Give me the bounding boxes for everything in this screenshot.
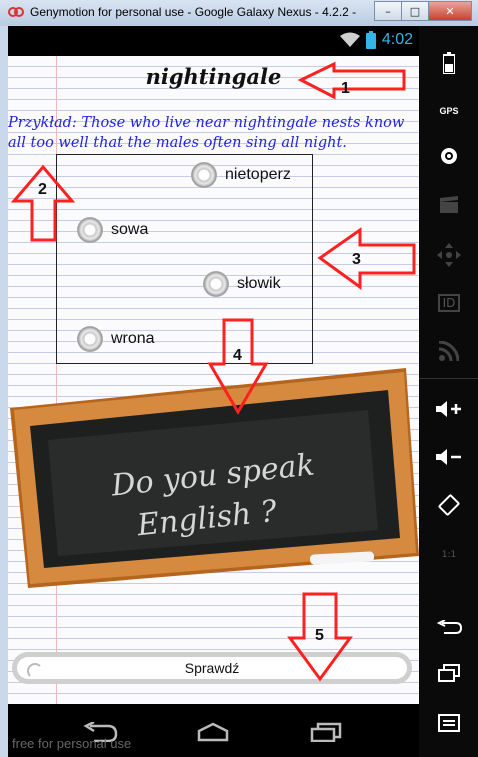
panel-divider: [419, 378, 478, 379]
window-frame: [0, 26, 8, 757]
radio-button[interactable]: [191, 162, 217, 188]
wifi-icon: [339, 32, 360, 47]
id-label: ID: [437, 294, 461, 312]
answer-options-box: nietoperz sowa słowik wrona: [56, 154, 313, 364]
close-button[interactable]: ✕: [428, 1, 472, 21]
option-sowa[interactable]: sowa: [77, 217, 148, 243]
clock: 4:02: [381, 31, 413, 48]
window-title-bar: Genymotion for personal use - Google Gal…: [0, 0, 478, 27]
exercise-screen: nightingale Przykład: Those who live nea…: [8, 56, 419, 704]
battery-status-icon: [365, 31, 376, 49]
chalkboard-image: Do you speak English ?: [10, 368, 419, 588]
maximize-button[interactable]: □: [401, 1, 429, 21]
dpad-icon[interactable]: [427, 238, 471, 272]
check-button-label: Sprawdź: [184, 660, 240, 676]
rotate-icon[interactable]: [427, 488, 471, 522]
option-label: słowik: [237, 275, 281, 292]
check-button[interactable]: Sprawdź: [12, 652, 412, 684]
genymotion-side-panel: GPS ID 1:1: [419, 26, 478, 757]
option-label: sowa: [111, 221, 149, 238]
video-icon[interactable]: [427, 188, 471, 222]
nav-home-icon[interactable]: [193, 722, 233, 742]
android-status-bar: 4:02: [8, 26, 419, 56]
recent-apps-icon[interactable]: [427, 656, 471, 690]
battery-icon[interactable]: [427, 46, 471, 80]
radio-button[interactable]: [77, 217, 103, 243]
id-icon[interactable]: ID: [427, 286, 471, 320]
example-sentence: Przykład: Those who live near nightingal…: [8, 115, 405, 151]
scale-icon[interactable]: 1:1: [427, 538, 471, 572]
minimize-button[interactable]: –: [374, 1, 402, 21]
option-label: wrona: [111, 330, 155, 347]
option-wrona[interactable]: wrona: [77, 326, 155, 352]
option-label: nietoperz: [225, 166, 291, 183]
volume-down-icon[interactable]: [427, 440, 471, 474]
vocabulary-word: nightingale: [145, 64, 282, 89]
menu-icon[interactable]: [427, 706, 471, 740]
volume-up-icon[interactable]: [427, 392, 471, 426]
scale-label: 1:1: [441, 550, 457, 560]
window-title: Genymotion for personal use - Google Gal…: [30, 5, 357, 19]
option-nietoperz[interactable]: nietoperz: [191, 162, 291, 188]
nav-recent-apps-icon[interactable]: [308, 722, 344, 742]
watermark: free for personal use: [12, 736, 132, 751]
rss-icon[interactable]: [427, 334, 471, 368]
radio-button[interactable]: [203, 271, 229, 297]
camera-icon[interactable]: [427, 140, 471, 174]
option-slowik[interactable]: słowik: [203, 271, 281, 297]
genymotion-logo-icon: [8, 7, 24, 17]
radio-button[interactable]: [77, 326, 103, 352]
gps-icon[interactable]: GPS: [427, 94, 471, 128]
gps-label: GPS: [439, 106, 459, 116]
loading-spinner-icon: [27, 663, 43, 679]
back-icon[interactable]: [427, 610, 471, 644]
